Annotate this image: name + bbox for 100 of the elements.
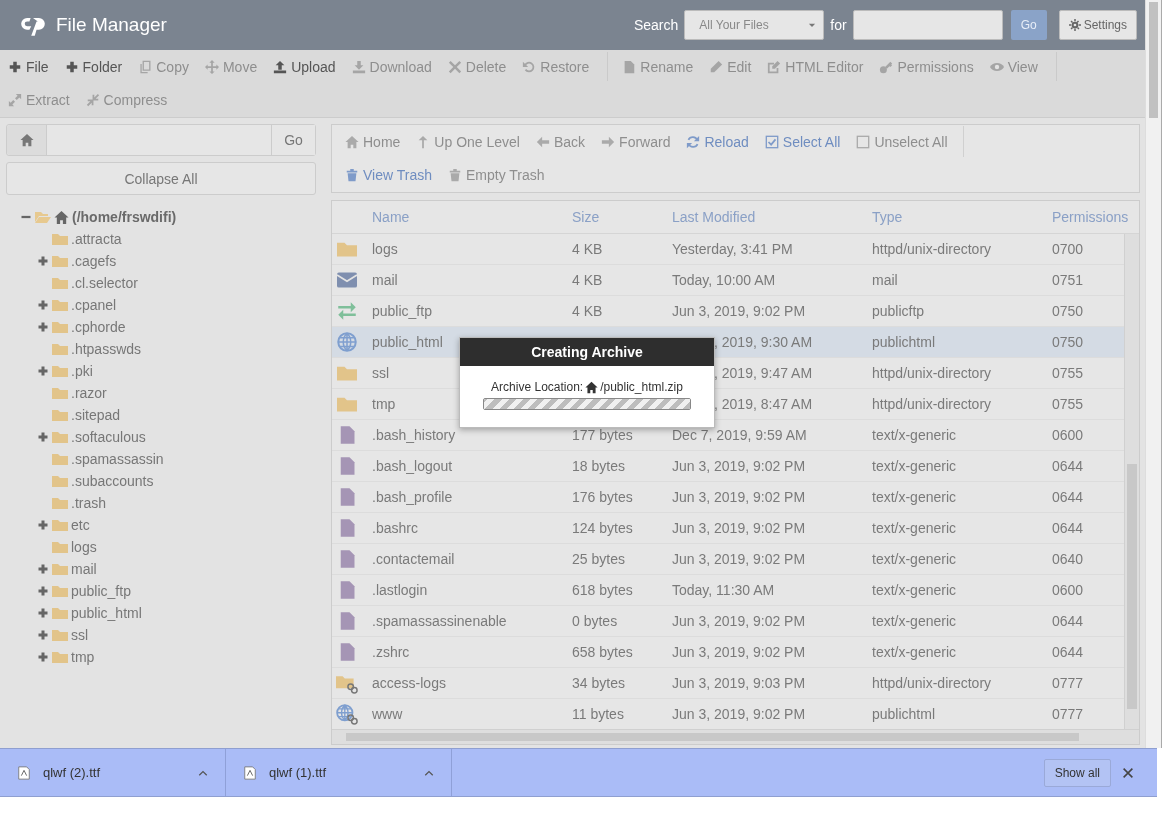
folder-icon bbox=[52, 495, 68, 511]
file-size: 34 bytes bbox=[572, 675, 625, 691]
go-button[interactable]: Go bbox=[1010, 10, 1047, 40]
trash-icon bbox=[448, 167, 462, 182]
expand-icon bbox=[37, 563, 49, 575]
file-name: mail bbox=[372, 272, 399, 288]
linked-globe-icon bbox=[336, 703, 358, 725]
expand-icon bbox=[8, 92, 22, 107]
tree-item[interactable]: .cagefs bbox=[71, 253, 117, 269]
tree-item[interactable]: .subaccounts bbox=[71, 473, 154, 489]
file-type: mail bbox=[872, 272, 899, 288]
file-row[interactable]: .bash_logout 18 bytes Jun 3, 2019, 9:02 PM text/x-generic 0644 bbox=[332, 451, 1124, 482]
home-icon bbox=[54, 209, 69, 225]
file-row[interactable]: .spamassassinenable 0 bytes Jun 3, 2019, 9:02 PM text/x-generic 0644 bbox=[332, 606, 1124, 637]
file-row[interactable]: mail 4 KB Today, 10:00 AM mail 0751 bbox=[332, 265, 1124, 296]
file-name: .bash_profile bbox=[372, 489, 454, 505]
file-row[interactable]: .zshrc 658 bytes Jun 3, 2019, 9:02 PM text/x-generic 0644 bbox=[332, 637, 1124, 668]
file-type: publichtml bbox=[872, 706, 937, 722]
download-item[interactable]: qlwf (2).ttf bbox=[0, 749, 226, 796]
scrollbar[interactable] bbox=[332, 729, 1139, 744]
tree-item[interactable]: .spamassassin bbox=[71, 451, 164, 467]
expand-icon bbox=[37, 431, 49, 443]
folder-icon bbox=[52, 605, 68, 621]
permissions: 0644 bbox=[1052, 644, 1085, 660]
checkbox-icon bbox=[856, 134, 871, 149]
collapse-all-button[interactable]: Collapse All bbox=[6, 162, 316, 195]
nav-button[interactable]: Select All bbox=[757, 125, 850, 158]
show-all-button[interactable]: Show all bbox=[1043, 758, 1111, 787]
folder-icon bbox=[52, 649, 68, 665]
file-row[interactable]: .bashrc 124 bytes Jun 3, 2019, 9:02 PM text/x-generic 0644 bbox=[332, 513, 1124, 544]
tree-item[interactable]: .attracta bbox=[71, 231, 122, 247]
folder-icon bbox=[52, 627, 68, 643]
tree-item[interactable]: public_html bbox=[71, 605, 142, 621]
file-name: access-logs bbox=[372, 675, 447, 691]
tree-item[interactable]: .razor bbox=[71, 385, 107, 401]
nav-button[interactable]: Back bbox=[528, 125, 595, 158]
search-field[interactable] bbox=[852, 10, 1003, 40]
tree-item[interactable]: logs bbox=[71, 539, 97, 555]
toolbar-button[interactable]: Upload bbox=[267, 50, 346, 83]
file-row[interactable]: logs 4 KB Yesterday, 3:41 PM httpd/unix-directory 0700 bbox=[332, 234, 1124, 265]
file-size: 4 KB bbox=[572, 241, 603, 257]
nav-button[interactable]: Up One Level bbox=[409, 125, 529, 158]
pencil-icon bbox=[709, 59, 724, 74]
toolbar-button[interactable]: File bbox=[2, 50, 59, 83]
right-arrow-icon bbox=[601, 134, 616, 149]
file-type: httpd/unix-directory bbox=[872, 675, 993, 691]
column-header[interactable]: Type bbox=[872, 209, 1052, 225]
tree-item[interactable]: .sitepad bbox=[71, 407, 121, 423]
tree-item[interactable]: etc bbox=[71, 517, 90, 533]
file-row[interactable]: .bash_profile 176 bytes Jun 3, 2019, 9:02 PM text/x-generic 0644 bbox=[332, 482, 1124, 513]
tree-item[interactable]: .cphorde bbox=[71, 319, 126, 335]
settings-button[interactable]: Settings bbox=[1058, 10, 1137, 40]
file-name: www bbox=[372, 706, 404, 722]
permissions: 0644 bbox=[1052, 489, 1085, 505]
close-button[interactable] bbox=[1121, 765, 1135, 780]
expand-icon bbox=[37, 299, 49, 311]
scrollbar[interactable] bbox=[1124, 234, 1139, 729]
last-modified: Dec 7, 2019, 9:59 AM bbox=[672, 427, 807, 443]
tree-item[interactable]: ssl bbox=[71, 627, 89, 643]
download-icon bbox=[351, 59, 366, 74]
file-type: httpd/unix-directory bbox=[872, 241, 993, 257]
folder-icon bbox=[52, 517, 68, 533]
tree-item[interactable]: public_ftp bbox=[71, 583, 131, 599]
file-row[interactable]: .contactemail 25 bytes Jun 3, 2019, 9:02 PM text/x-generic 0640 bbox=[332, 544, 1124, 575]
tree-item[interactable]: tmp bbox=[71, 649, 95, 665]
column-header[interactable]: Name bbox=[372, 209, 572, 225]
tree-item[interactable]: mail bbox=[71, 561, 97, 577]
app-title: File Manager bbox=[56, 14, 168, 36]
tree-item[interactable]: .cpanel bbox=[71, 297, 117, 313]
nav-button[interactable]: Home bbox=[338, 125, 410, 158]
permissions: 0600 bbox=[1052, 427, 1085, 443]
tree-item[interactable]: .softaculous bbox=[71, 429, 146, 445]
last-modified: Jun 3, 2019, 9:02 PM bbox=[672, 303, 806, 319]
download-item[interactable]: qlwf (1).ttf bbox=[226, 749, 452, 796]
scrollbar-thumb[interactable] bbox=[1149, 2, 1158, 118]
column-header[interactable]: Permissions bbox=[1052, 209, 1139, 225]
folder-icon bbox=[52, 363, 68, 379]
nav-button[interactable]: Unselect All bbox=[849, 125, 957, 158]
tree-item[interactable]: .trash bbox=[71, 495, 106, 511]
tree-item[interactable]: .htpasswds bbox=[71, 341, 142, 357]
nav-button[interactable]: View Trash bbox=[338, 158, 441, 191]
nav-button[interactable]: Empty Trash bbox=[441, 158, 554, 191]
tree-item[interactable]: (/home/frswdifi) bbox=[72, 209, 177, 225]
last-modified: Jun 3, 2019, 9:02 PM bbox=[672, 613, 806, 629]
trash-icon bbox=[345, 167, 359, 182]
tree-item[interactable]: .pki bbox=[71, 363, 93, 379]
file-row[interactable]: .lastlogin 618 bytes Today, 11:30 AM text/x-generic 0600 bbox=[332, 575, 1124, 606]
last-modified: Jun 3, 2019, 9:02 PM bbox=[672, 706, 806, 722]
column-header[interactable]: Size bbox=[572, 209, 672, 225]
scope-dropdown[interactable]: All Your Files bbox=[684, 10, 825, 40]
toolbar-button[interactable]: Folder bbox=[58, 50, 133, 83]
nav-button[interactable]: Reload bbox=[679, 125, 758, 158]
plus-icon bbox=[8, 59, 22, 74]
arrows-icon bbox=[337, 301, 357, 321]
file-type: publichtml bbox=[872, 334, 937, 350]
file-row[interactable]: access-logs 34 bytes Jun 3, 2019, 9:03 PM httpd/unix-directory 0777 bbox=[332, 668, 1124, 699]
nav-button[interactable]: Forward bbox=[594, 125, 680, 158]
tree-item[interactable]: .cl.selector bbox=[71, 275, 138, 291]
column-header[interactable]: Last Modified bbox=[672, 209, 872, 225]
file-name: .zshrc bbox=[372, 644, 411, 660]
